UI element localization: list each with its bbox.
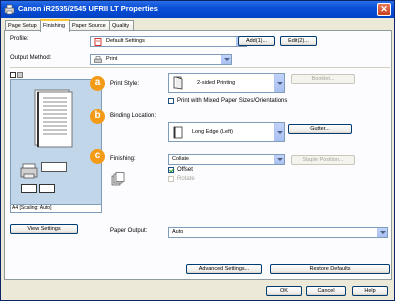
finishing-value: Collate xyxy=(172,156,190,162)
step-c-badge: c xyxy=(90,149,105,164)
profile-icon xyxy=(94,38,102,46)
chevron-down-icon xyxy=(274,155,284,164)
finishing-select[interactable]: Collate xyxy=(168,154,285,165)
two-sided-icon xyxy=(173,76,183,90)
chevron-down-icon xyxy=(221,55,231,64)
offset-checkbox[interactable] xyxy=(168,167,174,173)
ok-button[interactable]: OK xyxy=(266,286,302,296)
mixed-paper-checkbox[interactable] xyxy=(168,98,174,104)
rotate-label: Rotate xyxy=(177,176,195,182)
binding-location-select[interactable]: Long Edge (Left) xyxy=(168,122,285,142)
advanced-settings-button[interactable]: Advanced Settings... xyxy=(186,264,262,274)
binding-location-value: Long Edge (Left) xyxy=(192,129,233,135)
close-button[interactable]: ✕ xyxy=(377,3,391,16)
finishing-label: Finishing: xyxy=(110,156,136,162)
offset-label: Offset xyxy=(177,167,193,173)
cancel-button[interactable]: Cancel xyxy=(306,286,346,296)
paper-output-value: Auto xyxy=(172,229,184,235)
profile-select[interactable]: Default Settings xyxy=(90,36,247,47)
preview-mode-layout-icon[interactable] xyxy=(10,72,16,78)
window-title: Canon iR2535/2545 UFRII LT Properties xyxy=(18,4,158,13)
binding-left-icon xyxy=(173,126,183,139)
preview-pane xyxy=(10,79,102,205)
separator xyxy=(10,67,390,68)
tab-finishing[interactable]: Finishing xyxy=(40,19,70,32)
output-method-label: Output Method: xyxy=(10,55,52,61)
mixed-paper-label: Print with Mixed Paper Sizes/Orientation… xyxy=(177,98,288,104)
edit-profile-button[interactable]: Edit(2)... xyxy=(280,36,317,46)
profile-value: Default Settings xyxy=(106,38,145,44)
preview-status: A4 [Scaling: Auto] xyxy=(10,205,102,213)
binding-location-label: Binding Location: xyxy=(110,113,157,119)
paper-output-label: Paper Output: xyxy=(110,228,148,234)
collate-finishing-icon xyxy=(111,172,125,186)
chevron-down-icon xyxy=(377,228,387,237)
finishing-panel: Profile: Default Settings Add(1)... Edit… xyxy=(4,30,392,280)
print-style-select[interactable]: 2-sided Printing xyxy=(168,73,285,93)
paper-tray-icon xyxy=(41,162,67,172)
printer-icon xyxy=(4,4,15,15)
collate-icon xyxy=(21,184,37,193)
staple-icon xyxy=(39,184,55,193)
printer-device-icon xyxy=(20,163,38,179)
output-method-value: Print xyxy=(106,56,118,62)
preview-mode-settings-icon[interactable] xyxy=(17,72,23,78)
gutter-button[interactable]: Gutter... xyxy=(288,124,352,134)
output-method-select[interactable]: Print xyxy=(90,54,232,65)
restore-defaults-button[interactable]: Restore Defaults xyxy=(270,264,390,274)
profile-label: Profile: xyxy=(10,36,29,42)
print-style-value: 2-sided Printing xyxy=(197,80,236,86)
print-style-label: Print Style: xyxy=(110,81,140,87)
step-b-badge: b xyxy=(90,109,105,124)
add-profile-button[interactable]: Add(1)... xyxy=(238,36,275,46)
help-button[interactable]: Help xyxy=(352,286,388,296)
print-icon xyxy=(94,56,102,63)
paper-output-select[interactable]: Auto xyxy=(168,227,388,238)
properties-window: Canon iR2535/2545 UFRII LT Properties ✕ … xyxy=(0,0,395,301)
staple-position-button[interactable]: Staple Position... xyxy=(291,155,355,165)
close-icon: ✕ xyxy=(380,4,388,14)
booklet-button[interactable]: Booklet... xyxy=(291,74,355,84)
view-settings-button[interactable]: View Settings xyxy=(10,224,78,234)
chevron-down-icon xyxy=(274,74,284,92)
chevron-down-icon xyxy=(274,123,284,141)
document-preview-icon xyxy=(34,89,73,148)
rotate-checkbox[interactable] xyxy=(168,176,174,182)
title-bar[interactable]: Canon iR2535/2545 UFRII LT Properties ✕ xyxy=(1,1,394,18)
step-a-badge: a xyxy=(90,76,105,91)
